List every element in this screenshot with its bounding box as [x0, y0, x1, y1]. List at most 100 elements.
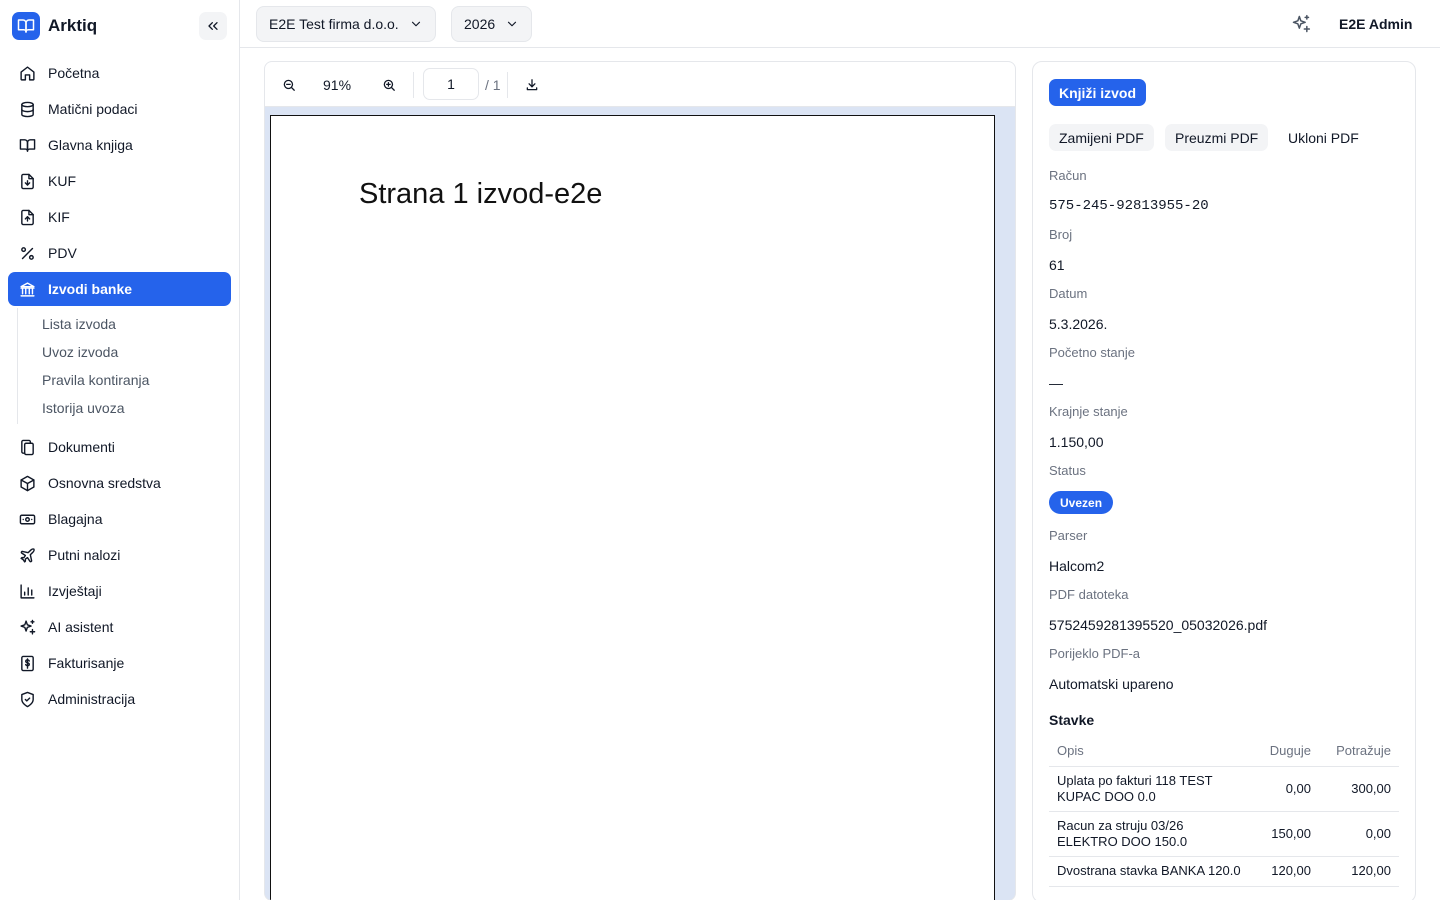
invoice-dollar-icon [21, 655, 34, 671]
sidebar-item-maticni-podaci[interactable]: Matični podaci [8, 92, 231, 126]
year-select-value: 2026 [464, 16, 496, 32]
sidebar-item-izvodi-banke[interactable]: Izvodi banke [8, 272, 231, 306]
sidebar-subitem-istorija-uvoza[interactable]: Istorija uvoza [9, 394, 231, 422]
home-icon [20, 65, 35, 81]
pdf-page: Strana 1 izvod-e2e [270, 115, 995, 900]
toolbar-divider [507, 72, 508, 98]
file-down-icon [21, 173, 34, 189]
number-value: 61 [1049, 257, 1065, 273]
zoom-in-button[interactable] [377, 73, 401, 97]
company-select-value: E2E Test firma d.o.o. [269, 16, 399, 32]
company-select[interactable]: E2E Test firma d.o.o. [256, 6, 436, 42]
table-row: Racun za struju 03/26 ELEKTRO DOO 150.0 … [1049, 811, 1399, 857]
sidebar-item-label: Blagajna [48, 511, 103, 527]
date-value: 5.3.2026. [1049, 316, 1108, 332]
pdf-toolbar: 91% / 1 [265, 62, 1015, 107]
sparkle-icon [1292, 14, 1311, 33]
line-desc: Racun za struju 03/26 ELEKTRO DOO 150.0 [1049, 811, 1253, 857]
pdf-viewer: 91% / 1 Strana 1 izvod-e2e [264, 61, 1016, 900]
closing-balance-label: Krajnje stanje [1049, 404, 1128, 419]
download-pdf-button[interactable]: Preuzmi PDF [1165, 124, 1269, 151]
documents-icon [21, 439, 34, 455]
cash-icon [19, 514, 36, 524]
page-number-input[interactable] [423, 68, 479, 100]
brand[interactable]: Arktiq [12, 12, 97, 40]
sidebar-item-label: Osnovna sredstva [48, 475, 161, 491]
sidebar-item-osnovna-sredstva[interactable]: Osnovna sredstva [8, 466, 231, 500]
sidebar-item-label: Glavna knjiga [48, 137, 133, 153]
user-menu[interactable]: E2E Admin [1339, 16, 1412, 32]
pdf-file-value: 5752459281395520_05032026.pdf [1049, 617, 1268, 633]
column-header-desc: Opis [1049, 736, 1253, 767]
line-debit: 0,00 [1253, 766, 1319, 812]
bank-statements-subnav: Lista izvoda Uvoz izvoda Pravila kontira… [17, 308, 231, 424]
ai-assistant-button[interactable] [1290, 13, 1312, 35]
sidebar-item-kif[interactable]: KIF [8, 200, 231, 234]
sidebar-item-putni-nalozi[interactable]: Putni nalozi [8, 538, 231, 572]
sidebar-item-label: Dokumenti [48, 439, 115, 455]
bank-icon [20, 281, 35, 297]
sidebar-item-dokumenti[interactable]: Dokumenti [8, 430, 231, 464]
main-nav: Početna Matični podaci Glavna knjiga KUF… [8, 56, 231, 718]
sidebar-item-label: KUF [48, 173, 76, 189]
chevrons-left-icon [208, 21, 218, 30]
sidebar-subitem-pravila-kontiranja[interactable]: Pravila kontiranja [9, 366, 231, 394]
sidebar-item-blagajna[interactable]: Blagajna [8, 502, 231, 536]
sidebar-item-fakturisanje[interactable]: Fakturisanje [8, 646, 231, 680]
zoom-out-button[interactable] [277, 73, 301, 97]
sidebar: Arktiq Početna Matični podaci Glavna knj… [0, 0, 240, 900]
sidebar-item-kuf[interactable]: KUF [8, 164, 231, 198]
pdf-page-text: Strana 1 izvod-e2e [359, 178, 603, 210]
column-header-debit: Duguje [1253, 736, 1319, 767]
zoom-level: 91% [323, 77, 352, 93]
chevron-down-icon [508, 21, 517, 27]
parser-label: Parser [1049, 528, 1088, 543]
line-credit: 0,00 [1319, 811, 1399, 857]
sidebar-item-label: AI asistent [48, 619, 114, 635]
sidebar-item-label: Fakturisanje [48, 655, 125, 671]
book-icon [19, 138, 36, 152]
sidebar-item-izvjestaji[interactable]: Izvještaji [8, 574, 231, 608]
status-badge: Uvezen [1049, 491, 1114, 514]
sidebar-item-label: Izvodi banke [48, 281, 133, 297]
opening-balance-label: Početno stanje [1049, 345, 1136, 360]
post-statement-button[interactable]: Knjiži izvod [1049, 79, 1146, 106]
sidebar-item-administracija[interactable]: Administracija [8, 682, 231, 716]
page-total: / 1 [485, 77, 501, 93]
sidebar-item-label: KIF [48, 209, 70, 225]
sidebar-item-ai-asistent[interactable]: AI asistent [8, 610, 231, 644]
replace-pdf-button[interactable]: Zamijeni PDF [1049, 124, 1154, 151]
table-row: Uplata po fakturi 118 TEST KUPAC DOO 0.0… [1049, 766, 1399, 812]
number-label: Broj [1049, 227, 1073, 242]
sidebar-item-pocetna[interactable]: Početna [8, 56, 231, 90]
sidebar-subitem-uvoz-izvoda[interactable]: Uvoz izvoda [9, 338, 231, 366]
database-icon [21, 101, 34, 117]
year-select[interactable]: 2026 [451, 6, 533, 42]
collapse-sidebar-button[interactable] [199, 12, 227, 40]
shield-icon [21, 691, 34, 707]
account-value: 575-245-92813955-20 [1049, 198, 1209, 214]
sidebar-item-label: Matični podaci [48, 101, 138, 117]
chevron-down-icon [411, 21, 420, 27]
pdf-file-label: PDF datoteka [1049, 587, 1129, 602]
sidebar-item-glavna-knjiga[interactable]: Glavna knjiga [8, 128, 231, 162]
sidebar-subitem-lista-izvoda[interactable]: Lista izvoda [9, 310, 231, 338]
file-up-icon [21, 209, 34, 225]
book-open-logo-icon [12, 12, 40, 40]
account-label: Račun [1049, 168, 1087, 183]
remove-pdf-button[interactable]: Ukloni PDF [1278, 124, 1369, 151]
bar-chart-icon [20, 583, 35, 599]
line-debit: 120,00 [1253, 856, 1319, 887]
download-button[interactable] [520, 73, 544, 97]
sidebar-item-label: Putni nalozi [48, 547, 121, 563]
line-credit: 120,00 [1319, 856, 1399, 887]
plane-icon [20, 547, 35, 563]
table-row: Dvostrana stavka BANKA 120.0 120,00 120,… [1049, 856, 1399, 887]
line-desc: Uplata po fakturi 118 TEST KUPAC DOO 0.0 [1049, 766, 1253, 812]
download-icon [526, 79, 538, 91]
percent-icon [21, 246, 34, 260]
closing-balance-value: 1.150,00 [1049, 434, 1104, 450]
column-header-credit: Potražuje [1319, 736, 1399, 767]
sidebar-item-pdv[interactable]: PDV [8, 236, 231, 270]
toolbar-divider [413, 72, 414, 98]
